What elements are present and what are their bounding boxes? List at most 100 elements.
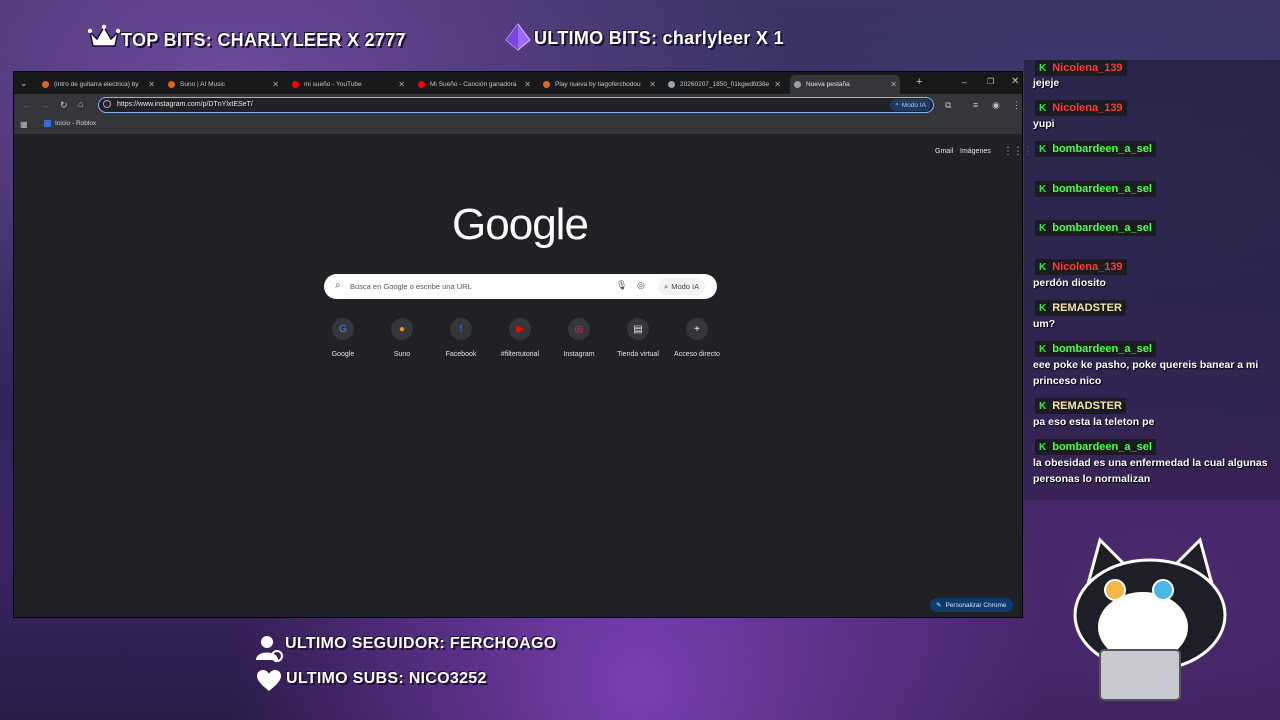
media-icon[interactable]: ≡ (973, 100, 978, 110)
shortcut-facebook[interactable]: f Facebook (432, 318, 490, 358)
cat-mascot (1065, 535, 1245, 720)
kick-badge-icon: K (1039, 400, 1047, 412)
chat-message: perdón diosito (1033, 277, 1106, 289)
tab-label: 20260207_1850_01kgwdfd38e (680, 81, 770, 88)
shortcut-suno[interactable]: ● Suno (373, 318, 431, 358)
tab-0[interactable]: (intro de guitarra electrica) by ✕ (38, 75, 158, 94)
chat-username[interactable]: Kbombardeen_a_sel (1035, 439, 1156, 455)
shortcut-acceso-directo[interactable]: + Acceso directo (668, 318, 726, 358)
chat-username-text: Nicolena_139 (1052, 261, 1123, 273)
address-bar[interactable]: https://www.instagram.com/p/DTnYlxtESeT/… (98, 97, 934, 113)
search-placeholder[interactable]: Busca en Google o escribe una URL (350, 282, 472, 291)
browser-toolbar: ← → ↻ ⌂ https://www.instagram.com/p/DTnY… (14, 94, 1022, 116)
chat-username-text: bombardeen_a_sel (1052, 222, 1152, 234)
back-icon[interactable]: ← (22, 100, 31, 110)
forward-icon[interactable]: → (40, 100, 49, 110)
reload-icon[interactable]: ↻ (60, 100, 68, 110)
tab-6[interactable]: Nueva pestaña ✕ (790, 75, 900, 94)
tab-close-icon[interactable]: ✕ (524, 80, 531, 89)
chat-username[interactable]: Kbombardeen_a_sel (1035, 341, 1156, 357)
facebook-icon: f (450, 318, 472, 340)
modo-ia-button[interactable]: ⌕ Modo IA (658, 278, 706, 295)
new-tab-button[interactable]: + (916, 77, 922, 88)
roblox-icon (44, 120, 51, 127)
home-icon[interactable]: ⌂ (78, 99, 83, 109)
chat-username[interactable]: Kbombardeen_a_sel (1035, 181, 1156, 197)
tab-close-icon[interactable]: ✕ (148, 80, 155, 89)
shortcut-label: Google (331, 351, 355, 358)
tab-search-icon[interactable]: ⌄ (20, 78, 28, 88)
chat-message: jejeje (1033, 77, 1060, 89)
apps-icon[interactable]: ▦ (20, 120, 28, 130)
chat-username[interactable]: K REMADSTER (1035, 398, 1126, 414)
tab-favicon-icon (543, 81, 550, 88)
tab-favicon-icon (794, 81, 801, 88)
follower-icon (256, 634, 284, 667)
imagenes-link[interactable]: Imágenes (960, 148, 991, 155)
extensions-icon[interactable]: ⧉ (945, 100, 951, 110)
tab-label: Play nueva by tiagoferchodou (555, 81, 641, 88)
chat-message: yupi (1033, 118, 1055, 130)
tab-favicon-icon (418, 81, 425, 88)
tab-close-icon[interactable]: ✕ (890, 80, 897, 89)
chat-username[interactable]: Kbombardeen_a_sel (1035, 220, 1156, 236)
google-logo: Google (452, 200, 589, 249)
chat-username[interactable]: Kbombardeen_a_sel (1035, 141, 1156, 157)
maximize-button[interactable]: ❐ (987, 77, 994, 87)
youtube-icon: ▶ (509, 318, 531, 340)
kick-badge-icon: K (1039, 343, 1047, 355)
profile-icon[interactable]: ◉ (992, 100, 1000, 110)
chat-username[interactable]: K REMADSTER (1035, 300, 1126, 316)
shortcut-google[interactable]: G Google (314, 318, 372, 358)
bookmark-label: Inicio - Roblox (55, 120, 97, 127)
tab-2[interactable]: mi sueño - YouTube ✕ (288, 75, 408, 94)
modo-ia-text: Modo IA (671, 282, 700, 291)
chat-message: eee poke ke pasho, poke quereis banear a… (1033, 359, 1259, 387)
tab-label: Nueva pestaña (806, 81, 850, 88)
menu-icon[interactable]: ⋮ (1012, 100, 1021, 110)
pencil-icon: ✎ (936, 602, 942, 609)
tab-close-icon[interactable]: ✕ (398, 80, 405, 89)
minimize-button[interactable]: – (962, 77, 967, 87)
search-box[interactable]: ⌕ Busca en Google o escribe una URL 🎙 ◎ … (324, 274, 717, 299)
store-icon: ▤ (627, 318, 649, 340)
chat-username[interactable]: K Nicolena_139 (1035, 259, 1127, 275)
tab-favicon-icon (168, 81, 175, 88)
lens-icon[interactable]: ◎ (637, 280, 645, 291)
kick-badge-icon: K (1039, 222, 1047, 234)
tab-favicon-icon (668, 81, 675, 88)
tab-4[interactable]: Play nueva by tiagoferchodou ✕ (539, 75, 659, 94)
bookmark-roblox[interactable]: Inicio - Roblox (44, 120, 96, 127)
tab-1[interactable]: Suno | AI Music ✕ (164, 75, 282, 94)
google-icon: G (332, 318, 354, 340)
bits-gem-icon (504, 22, 532, 57)
shortcut-tienda-virtual[interactable]: ▤ Tienda virtual (609, 318, 667, 358)
mic-icon[interactable]: 🎙 (616, 280, 627, 291)
site-info-icon[interactable] (103, 100, 111, 108)
shortcut-label: Facebook (445, 351, 477, 358)
chat-username[interactable]: K Nicolena_139 (1035, 60, 1127, 76)
ultimo-seguidor-banner: ULTIMO SEGUIDOR: FERCHOAGO (285, 635, 557, 652)
tab-label: Suno | AI Music (180, 81, 226, 88)
personalize-chrome-button[interactable]: ✎ Personalizar Chrome (930, 598, 1013, 612)
close-window-button[interactable]: ✕ (1011, 77, 1019, 87)
tab-close-icon[interactable]: ✕ (272, 80, 279, 89)
tab-close-icon[interactable]: ✕ (774, 80, 781, 89)
url-text[interactable]: https://www.instagram.com/p/DTnYlxtESeT/ (117, 101, 253, 108)
tab-5[interactable]: 20260207_1850_01kgwdfd38e ✕ (664, 75, 784, 94)
modo-ia-label: Modo IA (901, 101, 926, 109)
tab-close-icon[interactable]: ✕ (649, 80, 656, 89)
chat-username-text: REMADSTER (1052, 302, 1122, 314)
modo-ia-chip[interactable]: ⌕ Modo IA (890, 99, 931, 111)
chat-username[interactable]: K Nicolena_139 (1035, 100, 1127, 116)
new-tab-page: Gmail Imágenes ⋮⋮⋮ Google ⌕ Busca en Goo… (14, 134, 1033, 617)
shortcut-label: #filtertutorial (500, 351, 540, 358)
tab-label: mi sueño - YouTube (304, 81, 362, 88)
gmail-link[interactable]: Gmail (935, 148, 953, 155)
chat-username-text: Nicolena_139 (1052, 62, 1123, 74)
shortcut-instagram[interactable]: ◎ Instagram (550, 318, 608, 358)
tab-3[interactable]: Mi Sueño - Canción ganadora ✕ (414, 75, 534, 94)
kick-badge-icon: K (1039, 102, 1047, 114)
shortcut--filtertutorial[interactable]: ▶ #filtertutorial (491, 318, 549, 358)
search-sparkle-icon: ⌕ (895, 101, 899, 108)
